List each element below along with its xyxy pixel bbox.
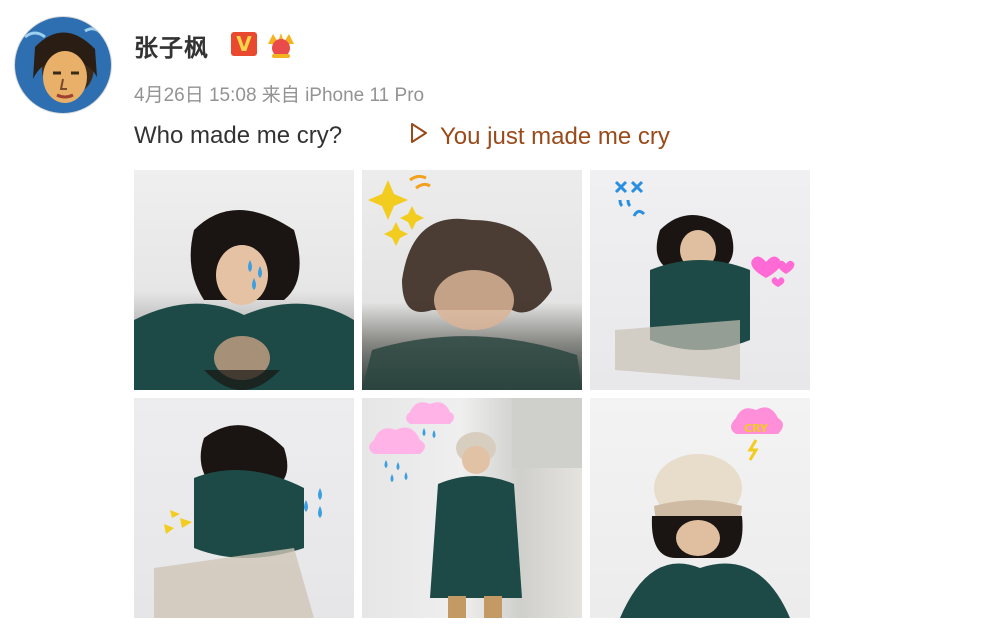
photo-girl-beanie: CRY [620,407,790,618]
crown-icon[interactable] [264,30,298,60]
pink-hearts-sticker [751,256,795,287]
photo-tile-6[interactable]: CRY [590,398,810,618]
angry-face-marks-sticker [614,180,646,217]
photo-tile-5[interactable] [362,398,582,618]
photo-girl-hugging-mirror [614,180,795,380]
video-link[interactable]: You just made me cry [410,122,670,151]
rain-clouds-sticker [369,402,454,482]
photo-tile-3[interactable] [590,170,810,390]
tear-drops-sticker [304,488,322,518]
author-name[interactable]: 张子枫 [134,28,209,63]
lightning-sparks-sticker [164,510,192,534]
author-avatar[interactable] [14,16,112,114]
video-link-label: You just made me cry [440,123,670,150]
avatar-portrait-drawing [24,27,105,103]
post-meta: 4月26日 15:08 来自 iPhone 11 Pro [134,85,425,106]
photo-tile-2[interactable] [362,170,582,390]
photo-girl-crying-mirror [134,210,354,390]
photo-blurry-girl-hair [362,174,582,390]
post-text: Who made me cry? [134,122,343,149]
play-triangle-icon [411,123,427,143]
verified-badge-icon[interactable]: V [231,32,257,56]
photo-tile-4[interactable] [134,398,354,618]
photo-tile-1[interactable] [134,170,354,390]
photo-girl-face-down [154,425,322,618]
cry-sticker-text: CRY [744,422,769,435]
cry-cloud-sticker: CRY [731,407,783,461]
photo-girl-standing-hoodie [369,398,582,618]
